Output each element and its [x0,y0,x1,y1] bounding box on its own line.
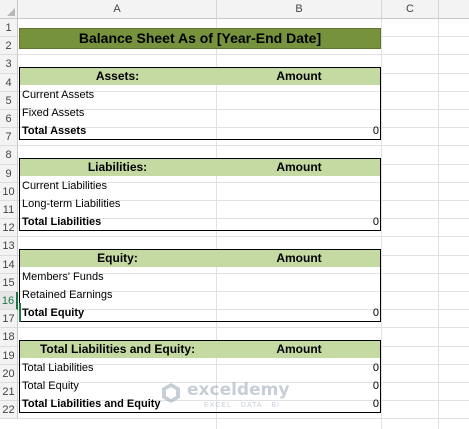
current-assets-label[interactable]: Current Assets [22,86,216,104]
grid-line [438,19,439,429]
grid-line [18,236,469,238]
row-header-15[interactable]: 15 [0,273,18,292]
row-header-2[interactable]: 2 [0,37,18,56]
select-all-corner[interactable] [0,0,18,19]
summary-header[interactable]: Total Liabilities and Equity: [19,340,216,358]
summary-amount-header[interactable]: Amount [217,340,381,358]
equity-header[interactable]: Equity: [19,249,216,267]
grid-line [18,145,469,147]
summary-total-liabilities-value[interactable]: 0 [217,359,379,377]
row-header-9[interactable]: 9 [0,164,18,183]
row-header-20[interactable]: 20 [0,364,18,383]
row-header-10[interactable]: 10 [0,182,18,201]
liabilities-amount-header[interactable]: Amount [217,158,381,176]
row-header-16[interactable]: 16 [0,292,18,311]
grid-line [381,19,382,429]
retained-earnings-label[interactable]: Retained Earnings [22,286,216,304]
row-header-12[interactable]: 12 [0,219,18,238]
total-equity-label[interactable]: Total Equity [22,304,216,322]
grid-line [18,418,469,420]
column-header-d[interactable] [439,0,469,19]
fixed-assets-label[interactable]: Fixed Assets [22,104,216,122]
grid-line [18,54,469,56]
members-funds-label[interactable]: Members' Funds [22,268,216,286]
total-liabilities-label[interactable]: Total Liabilities [22,213,216,231]
row-header-18[interactable]: 18 [0,328,18,347]
row-header-4[interactable]: 4 [0,73,18,92]
row-header-3[interactable]: 3 [0,55,18,74]
exceldemy-watermark: exceldemy EXCEL · DATA · BI [160,378,340,414]
column-header-a[interactable]: A [18,0,217,19]
assets-amount-header[interactable]: Amount [217,67,381,85]
column-header-c[interactable]: C [382,0,439,19]
row-header-17[interactable]: 17 [0,310,18,329]
row-header-6[interactable]: 6 [0,110,18,129]
corner-triangle-icon [7,8,15,16]
row-header-5[interactable]: 5 [0,91,18,110]
watermark-tagline: EXCEL · DATA · BI [204,402,280,409]
watermark-name: exceldemy [187,380,290,400]
total-liabilities-value[interactable]: 0 [217,213,379,231]
row-header-11[interactable]: 11 [0,201,18,220]
liabilities-header[interactable]: Liabilities: [19,158,216,176]
row-header-7[interactable]: 7 [0,128,18,147]
sheet-title[interactable]: Balance Sheet As of [Year-End Date] [19,28,381,49]
exceldemy-logo-icon [162,383,180,403]
current-liabilities-label[interactable]: Current Liabilities [22,177,216,195]
row-header-21[interactable]: 21 [0,383,18,402]
total-assets-label[interactable]: Total Assets [22,122,216,140]
equity-amount-header[interactable]: Amount [217,249,381,267]
assets-header[interactable]: Assets: [19,67,216,85]
row-header-13[interactable]: 13 [0,237,18,256]
row-header-1[interactable]: 1 [0,19,18,38]
row-header-14[interactable]: 14 [0,255,18,274]
grid-line [18,327,469,329]
row-header-8[interactable]: 8 [0,146,18,165]
column-header-b[interactable]: B [217,0,382,19]
longterm-liabilities-label[interactable]: Long-term Liabilities [22,195,216,213]
row-header-22[interactable]: 22 [0,401,18,420]
summary-total-liabilities-label[interactable]: Total Liabilities [22,359,216,377]
total-equity-value[interactable]: 0 [217,304,379,322]
total-assets-value[interactable]: 0 [217,122,379,140]
row-header-19[interactable]: 19 [0,346,18,365]
